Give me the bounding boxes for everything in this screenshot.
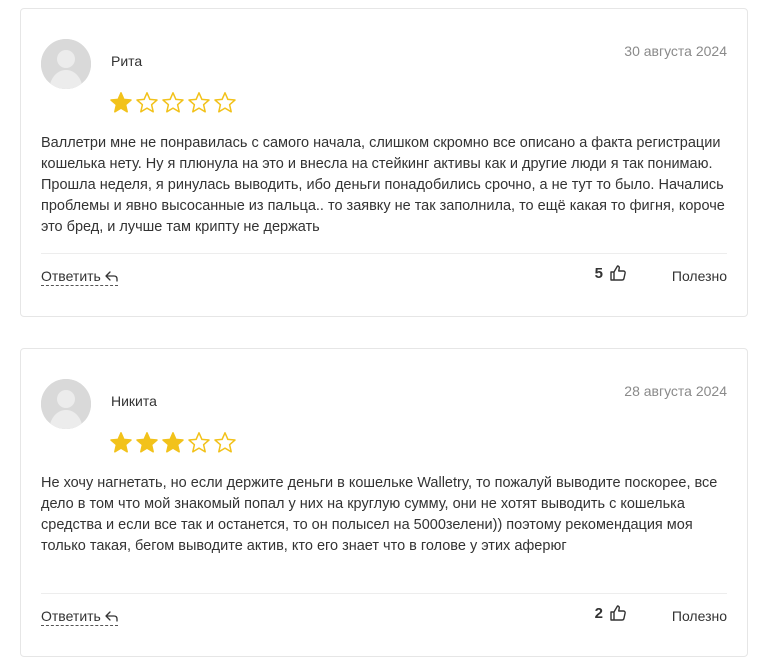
reply-arrow-icon [105, 270, 118, 282]
thumbs-up-icon[interactable] [609, 604, 627, 622]
reply-label: Ответить [41, 268, 101, 284]
star-rating [109, 91, 237, 115]
divider [41, 253, 727, 254]
review-author: Рита [111, 53, 143, 69]
star-filled-icon [110, 432, 132, 453]
useful-label: Полезно [671, 268, 727, 284]
star-outline-icon [188, 92, 210, 113]
divider [41, 593, 727, 594]
reply-button[interactable]: Ответить [41, 268, 118, 286]
avatar [41, 379, 91, 429]
reply-button[interactable]: Ответить [41, 608, 118, 626]
star-outline-icon [188, 432, 210, 453]
reviews-list: Рита 30 августа 2024 Валлетри мне не пон… [0, 0, 759, 666]
useful-label: Полезно [671, 608, 727, 624]
review-card: Никита 28 августа 2024 Не хочу нагнетать… [20, 348, 748, 657]
review-date: 28 августа 2024 [624, 383, 727, 399]
like-group: 5 [595, 264, 627, 282]
star-rating [109, 431, 237, 455]
review-card: Рита 30 августа 2024 Валлетри мне не пон… [20, 8, 748, 317]
reply-arrow-icon [105, 610, 118, 622]
like-count: 2 [594, 604, 603, 622]
reply-label: Ответить [41, 608, 101, 624]
star-outline-icon [214, 432, 236, 453]
avatar [41, 39, 91, 89]
review-text: Не хочу нагнетать, но если держите деньг… [41, 475, 718, 554]
review-text: Валлетри мне не понравилась с самого нач… [41, 135, 725, 235]
star-outline-icon [136, 92, 158, 113]
like-count: 5 [594, 264, 603, 282]
like-group: 2 [595, 604, 627, 622]
review-author: Никита [111, 393, 157, 409]
thumbs-up-icon[interactable] [609, 264, 627, 282]
star-filled-icon [110, 92, 132, 113]
user-silhouette-icon [41, 379, 91, 429]
review-date: 30 августа 2024 [624, 43, 727, 59]
star-filled-icon [162, 432, 184, 453]
star-filled-icon [136, 432, 158, 453]
star-outline-icon [214, 92, 236, 113]
user-silhouette-icon [41, 39, 91, 89]
star-outline-icon [162, 92, 184, 113]
